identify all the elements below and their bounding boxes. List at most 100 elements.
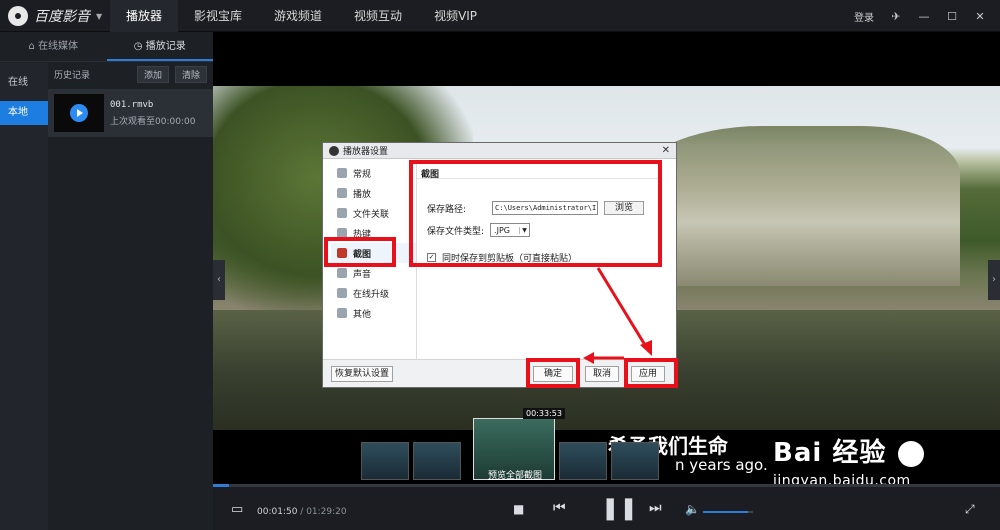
preview-all-link[interactable]: 预览全部截图 xyxy=(488,468,542,481)
volume-icon[interactable]: 🔈 xyxy=(685,502,700,516)
next-icon[interactable]: ⏭ xyxy=(649,500,662,516)
globe-icon xyxy=(337,288,347,298)
section-title: 截图 xyxy=(417,167,659,180)
nav-sound[interactable]: 声音 xyxy=(331,263,416,283)
tab-online-media[interactable]: ⌂ 在线媒体 xyxy=(0,32,107,61)
add-button[interactable]: 添加 xyxy=(136,65,169,83)
video-cliff xyxy=(630,126,960,286)
apply-button[interactable]: 应用 xyxy=(631,366,665,382)
preview-thumb[interactable] xyxy=(559,442,607,480)
collapse-right-arrow-icon[interactable]: › xyxy=(988,260,1000,300)
clipboard-row: ✓ 同时保存到剪贴板（可直接粘贴） xyxy=(427,251,577,264)
left-panel-tabs: ⌂ 在线媒体 ◷ 播放记录 xyxy=(0,32,213,62)
clock-icon: ◷ xyxy=(133,41,146,52)
preview-time: 00:33:53 xyxy=(523,408,565,419)
camera-icon xyxy=(337,248,347,258)
login-button[interactable]: 登录 xyxy=(846,9,882,24)
tab-play-history[interactable]: ◷ 播放记录 xyxy=(106,32,213,61)
watermark-url: jingyan.baidu.com xyxy=(773,473,911,484)
nav-other-label: 其他 xyxy=(353,309,372,320)
stop-icon[interactable]: ■ xyxy=(513,502,524,516)
history-pane: 历史记录 添加 清除 001.rmvb 上次观看至00:00:00 xyxy=(48,63,213,530)
settings-nav: 常规 播放 文件关联 热键 截图 声音 在线升级 其他 xyxy=(331,163,417,359)
minimize-icon[interactable]: — xyxy=(910,10,938,23)
history-filename: 001.rmvb xyxy=(110,99,154,110)
nav-online-upgrade-label: 在线升级 xyxy=(353,289,390,300)
volume-fill xyxy=(703,511,748,513)
menu-caret-icon[interactable]: ▼ xyxy=(96,12,102,21)
ok-button[interactable]: 确定 xyxy=(533,366,573,382)
title-bar: 百度影音 ▼ 播放器 影视宝库 游戏频道 视频互动 视频VIP 登录 ✈ — ☐… xyxy=(0,0,1000,32)
volume-slider[interactable] xyxy=(703,511,753,513)
previous-icon[interactable]: ⏮ xyxy=(553,500,566,516)
playback-icon xyxy=(337,188,347,198)
baidu-paw-icon xyxy=(898,440,925,467)
preview-thumb[interactable] xyxy=(413,442,461,480)
dialog-footer: 恢复默认设置 确定 取消 应用 xyxy=(323,359,676,387)
folder-icon[interactable]: ▭ xyxy=(231,502,243,517)
chevron-down-icon: ▼ xyxy=(519,226,529,234)
pin-icon[interactable]: ✈ xyxy=(882,10,910,23)
preview-thumb[interactable] xyxy=(361,442,409,480)
nav-hotkeys-label: 热键 xyxy=(353,229,372,240)
history-last-position: 上次观看至00:00:00 xyxy=(110,116,196,127)
subtitle-english: n years ago. xyxy=(675,456,768,474)
file-type-select[interactable]: .JPG ▼ xyxy=(490,223,531,237)
close-icon[interactable]: ✕ xyxy=(966,10,994,23)
clipboard-label: 同时保存到剪贴板（可直接粘贴） xyxy=(442,254,578,264)
sidebar-item-local[interactable]: 本地 xyxy=(0,101,48,125)
tab-video-library[interactable]: 影视宝库 xyxy=(178,0,258,32)
nav-file-association-label: 文件关联 xyxy=(353,209,390,220)
current-time: 00:01:50 xyxy=(257,507,298,517)
history-header: 历史记录 添加 清除 xyxy=(48,63,213,85)
tab-online-media-label: 在线媒体 xyxy=(38,41,79,52)
baidu-watermark: Bai 经验 jingyan.baidu.com xyxy=(773,432,993,484)
preview-thumb[interactable] xyxy=(611,442,659,480)
dialog-title: 播放器设置 xyxy=(343,147,389,157)
nav-online-upgrade[interactable]: 在线升级 xyxy=(331,283,416,303)
tab-play-history-label: 播放记录 xyxy=(145,41,186,52)
nav-general[interactable]: 常规 xyxy=(331,163,416,183)
more-icon xyxy=(337,308,347,318)
source-sidebar: 在线 本地 xyxy=(0,63,48,530)
nav-playback-label: 播放 xyxy=(353,189,372,200)
tab-video-vip[interactable]: 视频VIP xyxy=(418,0,493,32)
dialog-close-icon[interactable]: ✕ xyxy=(662,145,670,156)
pause-icon[interactable]: ❚❚ xyxy=(601,496,638,521)
home-icon: ⌂ xyxy=(28,41,39,52)
history-thumbnail[interactable] xyxy=(54,94,104,132)
file-type-row: 保存文件类型: .JPG ▼ xyxy=(427,223,531,237)
browse-button[interactable]: 浏览 xyxy=(604,201,645,215)
app-logo[interactable]: 百度影音 ▼ xyxy=(8,6,102,26)
watermark-brand-text: Bai 经验 xyxy=(773,438,887,468)
clear-button[interactable]: 清除 xyxy=(174,65,207,83)
settings-content: 截图 保存路径: C:\Users\Administrator\I 浏览 保存文… xyxy=(417,163,672,359)
maximize-icon[interactable]: ☐ xyxy=(938,10,966,23)
nav-screenshot[interactable]: 截图 xyxy=(331,243,416,263)
nav-playback[interactable]: 播放 xyxy=(331,183,416,203)
watermark-brand: Bai 经验 xyxy=(773,432,993,469)
film-reel-icon xyxy=(329,145,339,156)
fullscreen-icon[interactable]: ⤢ xyxy=(965,502,975,517)
progress-bar[interactable] xyxy=(213,484,1000,487)
history-item[interactable]: 001.rmvb 上次观看至00:00:00 xyxy=(48,89,213,137)
main-tabs: 播放器 影视宝库 游戏频道 视频互动 视频VIP xyxy=(110,0,493,32)
clipboard-checkbox[interactable]: ✓ xyxy=(427,253,436,262)
restore-defaults-button[interactable]: 恢复默认设置 xyxy=(331,366,393,382)
cancel-button[interactable]: 取消 xyxy=(585,366,619,382)
tab-video-interaction[interactable]: 视频互动 xyxy=(338,0,418,32)
speaker-icon xyxy=(337,268,347,278)
history-title: 历史记录 xyxy=(54,70,91,81)
tab-game-channel[interactable]: 游戏频道 xyxy=(258,0,338,32)
sidebar-item-online[interactable]: 在线 xyxy=(0,71,48,95)
monitor-icon xyxy=(337,168,347,178)
nav-other[interactable]: 其他 xyxy=(331,303,416,323)
collapse-left-arrow-icon[interactable]: ‹ xyxy=(213,260,225,300)
file-type-value: .JPG xyxy=(494,225,510,235)
nav-hotkeys[interactable]: 热键 xyxy=(331,223,416,243)
tab-player[interactable]: 播放器 xyxy=(110,0,179,32)
play-icon[interactable] xyxy=(70,104,88,122)
progress-fill xyxy=(213,484,229,487)
nav-file-association[interactable]: 文件关联 xyxy=(331,203,416,223)
save-path-input[interactable]: C:\Users\Administrator\I xyxy=(492,201,599,215)
